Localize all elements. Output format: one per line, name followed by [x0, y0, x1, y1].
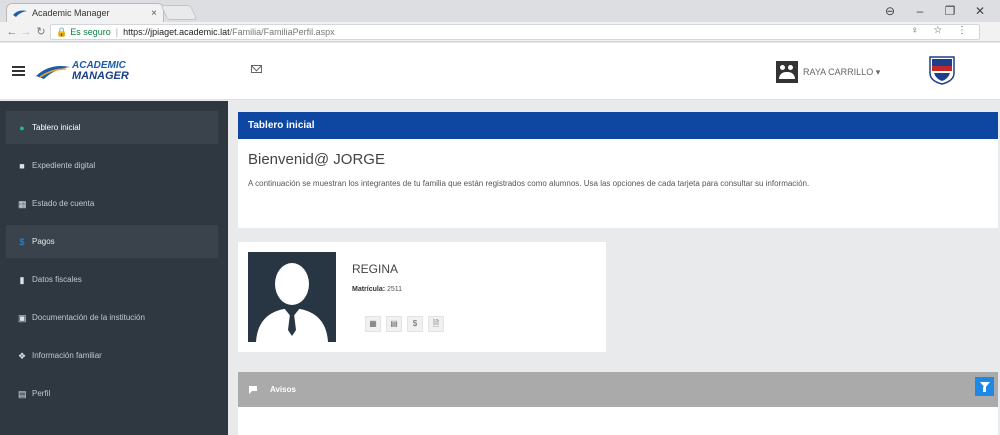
mail-icon[interactable] — [251, 65, 262, 73]
family-users-icon — [776, 61, 798, 83]
sidebar-item-label: Perfil — [32, 389, 51, 398]
avisos-panel-header: Avisos — [238, 372, 998, 407]
person-icon: ● — [19, 122, 25, 133]
sidebar-item-label: Documentación de la institución — [32, 313, 145, 322]
browser-tab[interactable]: Academic Manager × — [6, 3, 164, 22]
sidebar-item-pagos[interactable]: $ Pagos — [6, 225, 218, 258]
minimize-button[interactable]: – — [905, 2, 935, 20]
hamburger-menu-icon[interactable] — [12, 66, 25, 76]
welcome-panel: Bienvenid@ JORGE A continuación se muest… — [238, 139, 998, 228]
sidebar-item-informacion-familiar[interactable]: ❖ Información familiar — [6, 339, 218, 372]
sidebar: ● Tablero inicial ■ Expediente digital ▦… — [0, 101, 228, 435]
close-window-button[interactable]: ✕ — [965, 2, 995, 20]
sidebar-item-expediente-digital[interactable]: ■ Expediente digital — [6, 149, 218, 182]
student-card: REGINA Matrícula: 2511 ▦ ▤ $ 🗎 — [238, 242, 606, 352]
matricula-label: Matrícula: — [352, 286, 386, 293]
user-name: RAYA CARRILLO ▾ — [803, 66, 881, 77]
logo-swoosh-icon — [36, 66, 70, 79]
user-menu[interactable]: RAYA CARRILLO ▾ — [776, 61, 880, 83]
book-icon: ▣ — [18, 312, 27, 323]
url-path: /Familia/FamiliaPerfil.aspx — [229, 27, 335, 37]
logo-text: ACADEMIC MANAGER — [72, 61, 129, 82]
pagos-button[interactable]: $ — [407, 316, 423, 332]
estado-cuenta-button[interactable]: ▤ — [386, 316, 402, 332]
logo-line-2: MANAGER — [72, 70, 129, 82]
sidebar-item-label: Información familiar — [32, 351, 102, 360]
academic-manager-favicon — [13, 9, 27, 17]
avisos-panel-body — [238, 407, 998, 435]
sidebar-item-estado-de-cuenta[interactable]: ▦ Estado de cuenta — [6, 187, 218, 220]
sidebar-item-label: Pagos — [32, 237, 55, 246]
academic-manager-logo[interactable]: ACADEMIC MANAGER — [36, 60, 142, 82]
omnibox-actions[interactable]: ♀ ☆ ⋮ — [911, 25, 973, 36]
browser-tab-title: Academic Manager — [32, 8, 110, 18]
info-icon: ❖ — [18, 350, 27, 361]
avisos-title: Avisos — [270, 385, 296, 394]
browser-address-bar: ← → ↻ 🔒 Es seguro | https://jpiaget.acad… — [0, 22, 1000, 42]
browser-tab-bar: Academic Manager × ⊖ – ❐ ✕ — [0, 0, 1000, 22]
bookmark-icon: ▮ — [19, 274, 25, 285]
comments-icon — [248, 385, 258, 394]
sidebar-item-datos-fiscales[interactable]: ▮ Datos fiscales — [6, 263, 218, 296]
url-separator: | — [115, 27, 119, 37]
documento-button[interactable]: 🗎 — [428, 316, 444, 332]
welcome-text: A continuación se muestran los integrant… — [248, 179, 810, 188]
sidebar-item-label: Tablero inicial — [32, 123, 81, 132]
sidebar-item-perfil[interactable]: ▤ Perfil — [6, 377, 218, 410]
sidebar-item-tablero-inicial[interactable]: ● Tablero inicial — [6, 111, 218, 144]
school-crest-logo — [928, 55, 956, 85]
forward-arrow-icon[interactable]: → — [18, 24, 34, 40]
tab-close-icon[interactable]: × — [151, 8, 157, 19]
expediente-button[interactable]: ▦ — [365, 316, 381, 332]
url-input[interactable]: 🔒 Es seguro | https://jpiaget.academic.l… — [50, 24, 980, 40]
sidebar-item-documentacion[interactable]: ▣ Documentación de la institución — [6, 301, 218, 334]
folder-icon: ■ — [19, 160, 25, 171]
new-tab-button[interactable] — [160, 5, 198, 20]
maximize-button[interactable]: ❐ — [935, 2, 965, 20]
filter-button[interactable] — [975, 377, 994, 396]
id-card-icon: ▤ — [18, 388, 27, 399]
student-id: Matrícula: 2511 — [352, 286, 402, 293]
student-avatar-icon — [248, 252, 336, 342]
dollar-icon: $ — [19, 236, 25, 247]
table-icon: ▦ — [18, 198, 27, 209]
sidebar-item-label: Estado de cuenta — [32, 199, 95, 208]
welcome-title: Bienvenid@ JORGE — [248, 151, 385, 168]
sidebar-item-label: Expediente digital — [32, 161, 96, 170]
profile-icon[interactable]: ⊖ — [875, 2, 905, 20]
lock-icon: 🔒 — [56, 26, 68, 37]
app-header: ACADEMIC MANAGER RAYA CARRILLO ▾ — [0, 43, 1000, 100]
page-title: Tablero inicial — [238, 112, 998, 139]
sidebar-item-label: Datos fiscales — [32, 275, 82, 284]
student-name: REGINA — [352, 262, 399, 276]
secure-label: Es seguro — [70, 27, 111, 37]
student-actions: ▦ ▤ $ 🗎 — [365, 316, 444, 332]
url-host: https://jpiaget.academic.lat — [123, 27, 230, 37]
reload-icon[interactable]: ↻ — [33, 24, 49, 40]
matricula-value: 2511 — [387, 286, 403, 293]
